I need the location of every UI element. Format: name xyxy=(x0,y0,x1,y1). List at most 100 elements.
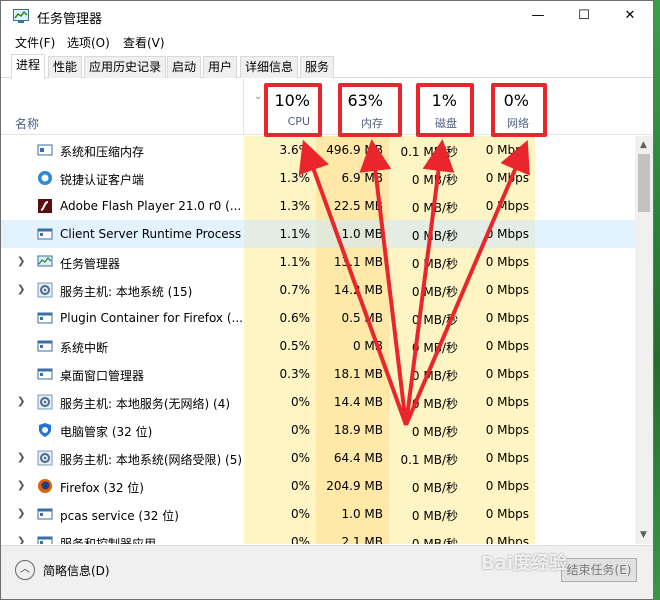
process-memory: 64.4 MB xyxy=(333,451,383,465)
process-memory: 1.0 MB xyxy=(341,227,383,241)
minimize-button[interactable]: — xyxy=(515,1,561,31)
expand-chevron-icon[interactable]: ❯ xyxy=(17,480,25,491)
tab-performance[interactable]: 性能 xyxy=(48,56,83,78)
process-disk: 0.1 MB/秒 xyxy=(400,453,458,467)
process-cpu: 3.6% xyxy=(279,143,311,157)
process-network: 0 Mbps xyxy=(485,339,529,353)
tab-services[interactable]: 服务 xyxy=(300,56,335,78)
process-row[interactable]: ❯ 服务主机: 本地服务(无网络) (4) 0% 14.4 MB 0 MB/秒 0 Mbp… xyxy=(1,388,635,416)
scroll-down-icon[interactable]: ▼ xyxy=(640,530,647,540)
tab-processes[interactable]: 进程 xyxy=(11,54,46,79)
end-task-button[interactable]: 结束任务(E) xyxy=(561,558,637,582)
process-disk: 0 MB/秒 xyxy=(411,537,458,544)
task-manager-window: 任务管理器 — ☐ ✕ 文件(F) 选项(O) 查看(V) 进程 性能 应用历史… xyxy=(0,0,654,600)
menu-file[interactable]: 文件(F) xyxy=(15,34,55,51)
scrollbar-thumb[interactable] xyxy=(638,154,650,212)
tab-startup[interactable]: 启动 xyxy=(167,56,202,78)
gear-icon xyxy=(37,450,53,466)
process-cpu: 1.3% xyxy=(279,171,311,185)
process-memory: 6.9 MB xyxy=(341,171,383,185)
tab-app-history[interactable]: 应用历史记录 xyxy=(84,56,167,78)
title-bar[interactable]: 任务管理器 — ☐ ✕ xyxy=(1,1,653,31)
process-memory: 13.1 MB xyxy=(333,255,383,269)
process-cpu: 0.5% xyxy=(279,339,311,353)
process-row[interactable]: Plugin Container for Firefox (... 0.6% 0.5… xyxy=(1,304,635,332)
process-row[interactable]: 系统中断 0.5% 0 MB 0 MB/秒 0 Mbps xyxy=(1,332,635,360)
process-row[interactable]: ❯ Firefox (32 位) 0% 204.9 MB 0 MB/秒 0 Mbps xyxy=(1,472,635,500)
maximize-icon: ☐ xyxy=(578,8,590,23)
process-network: 0 Mbps xyxy=(485,227,529,241)
tab-details[interactable]: 详细信息 xyxy=(240,56,299,78)
process-memory: 204.9 MB xyxy=(326,479,383,493)
process-disk: 0 MB/秒 xyxy=(411,313,458,327)
expand-chevron-icon[interactable]: ❯ xyxy=(17,396,25,407)
system-icon xyxy=(37,144,53,156)
process-disk: 0 MB/秒 xyxy=(411,397,458,411)
process-name: 桌面窗口管理器 xyxy=(60,369,145,383)
process-memory: 2.1 MB xyxy=(341,535,383,544)
process-name: 系统中断 xyxy=(60,341,109,355)
process-row[interactable]: ❯ 服务和控制器应用 0% 2.1 MB 0 MB/秒 0 Mbps xyxy=(1,528,635,544)
shield-icon xyxy=(39,423,51,437)
process-row[interactable]: 桌面窗口管理器 0.3% 18.1 MB 0 MB/秒 0 Mbps xyxy=(1,360,635,388)
process-name: Plugin Container for Firefox (... xyxy=(60,311,242,325)
process-row[interactable]: ❯ 任务管理器 1.1% 13.1 MB 0 MB/秒 0 Mbps xyxy=(1,248,635,276)
scroll-up-icon[interactable]: ▲ xyxy=(640,140,647,150)
menu-view[interactable]: 查看(V) xyxy=(123,34,165,51)
process-disk: 0 MB/秒 xyxy=(411,341,458,355)
process-row[interactable]: 电脑管家 (32 位) 0% 18.9 MB 0 MB/秒 0 Mbps xyxy=(1,416,635,444)
process-cpu: 0.3% xyxy=(279,367,311,381)
process-disk: 0 MB/秒 xyxy=(411,229,458,243)
process-cpu: 0% xyxy=(290,423,310,437)
expand-chevron-icon[interactable]: ❯ xyxy=(17,536,25,544)
task-manager-icon xyxy=(13,9,29,23)
window-icon xyxy=(37,340,53,352)
process-cpu: 1.1% xyxy=(279,255,311,269)
gear-icon xyxy=(37,282,53,298)
window-icon xyxy=(37,312,53,324)
process-disk: 0 MB/秒 xyxy=(411,285,458,299)
process-network: 0 Mbps xyxy=(485,255,529,269)
process-network: 0 Mbps xyxy=(485,507,529,521)
fewer-details-link[interactable]: 简略信息(D) xyxy=(43,562,110,579)
annotation-box-disk xyxy=(416,83,474,137)
close-button[interactable]: ✕ xyxy=(607,1,653,31)
process-network: 0 Mbps xyxy=(485,199,529,213)
process-network: 0 Mbps xyxy=(485,171,529,185)
vertical-scrollbar[interactable]: ▲ ▼ xyxy=(635,136,653,544)
process-cpu: 0% xyxy=(290,535,310,544)
minimize-icon: — xyxy=(531,8,545,23)
expand-chevron-icon[interactable]: ❯ xyxy=(17,256,25,267)
process-cpu: 0% xyxy=(290,479,310,493)
expand-chevron-icon[interactable]: ❯ xyxy=(17,452,25,463)
process-network: 0 Mbps xyxy=(485,367,529,381)
process-cpu: 0.7% xyxy=(279,283,311,297)
process-row[interactable]: Client Server Runtime Process 1.1% 1.0 MB 0… xyxy=(1,220,635,248)
menu-options[interactable]: 选项(O) xyxy=(67,34,110,51)
collapse-chevron-icon[interactable]: ︿ xyxy=(15,560,35,580)
maximize-button[interactable]: ☐ xyxy=(561,1,607,31)
flash-icon xyxy=(38,199,52,213)
window-title: 任务管理器 xyxy=(37,12,103,27)
process-row[interactable]: ❯ 服务主机: 本地系统 (15) 0.7% 14.2 MB 0 MB/秒 0 Mbps xyxy=(1,276,635,304)
process-row[interactable]: ❯ pcas service (32 位) 0% 1.0 MB 0 MB/秒 0 Mbps xyxy=(1,500,635,528)
process-cpu: 0% xyxy=(290,451,310,465)
expand-chevron-icon[interactable]: ❯ xyxy=(17,508,25,519)
column-header: 名称 ⌄ 10% CPU 63% 内存 1% 磁盘 0% 网络 xyxy=(1,79,653,135)
process-disk: 0 MB/秒 xyxy=(411,425,458,439)
process-cpu: 0% xyxy=(290,395,310,409)
process-row[interactable]: 系统和压缩内存 3.6% 496.9 MB 0.1 MB/秒 0 Mbps xyxy=(1,136,635,164)
process-name: 任务管理器 xyxy=(60,257,121,271)
process-cpu: 0.6% xyxy=(279,311,311,325)
process-row[interactable]: Adobe Flash Player 21.0 r0 (... 1.3% 22.5 … xyxy=(1,192,635,220)
tab-users[interactable]: 用户 xyxy=(203,56,238,78)
column-name[interactable]: 名称 xyxy=(15,115,39,132)
process-network: 0 Mbps xyxy=(485,535,529,544)
firefox-icon xyxy=(38,479,52,493)
process-row[interactable]: ❯ 服务主机: 本地系统(网络受限) (5) 0% 64.4 MB 0.1 MB/秒 0 … xyxy=(1,444,635,472)
desktop-background xyxy=(654,0,660,600)
process-row[interactable]: 锐捷认证客户端 1.3% 6.9 MB 0 MB/秒 0 Mbps xyxy=(1,164,635,192)
expand-chevron-icon[interactable]: ❯ xyxy=(17,284,25,295)
tab-bar: 进程 性能 应用历史记录 启动 用户 详细信息 服务 xyxy=(1,54,653,79)
process-memory: 14.2 MB xyxy=(333,283,383,297)
